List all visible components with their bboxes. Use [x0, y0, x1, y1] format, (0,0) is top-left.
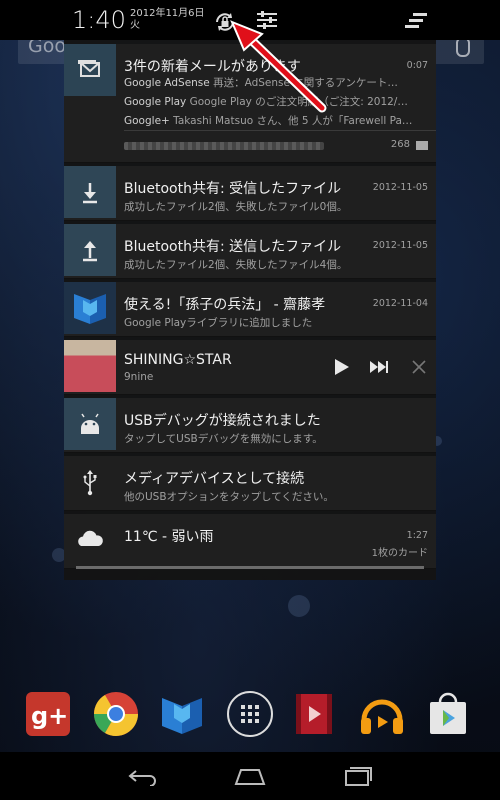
track-title: SHINING☆STAR	[124, 352, 232, 368]
notification-title: 使える!「孫子の兵法」 - 齋藤孝	[124, 297, 326, 313]
rotation-lock-icon[interactable]	[213, 10, 237, 34]
mail-subject: Google Play のご注文明細（ご注文: 2012/…	[186, 96, 408, 108]
wallpaper-bokeh	[288, 595, 310, 617]
notification-title: Bluetooth共有: 送信したファイル	[124, 239, 342, 255]
play-store-icon[interactable]	[422, 688, 474, 740]
microphone-icon[interactable]	[456, 37, 470, 57]
navigation-bar	[0, 752, 500, 800]
mail-row: Google Play Google Play のご注文明細（ご注文: 2012…	[124, 94, 429, 109]
notification-subtitle: 他のUSBオプションをタップしてください。	[124, 491, 334, 503]
notification-time: 2012-11-05	[372, 240, 428, 251]
notification-title: 3件の新着メールがあります	[124, 59, 301, 75]
notification-header: 1:40 2012年11月6日 火	[0, 0, 500, 40]
play-books-icon[interactable]	[156, 688, 208, 740]
weekday-text: 火	[130, 20, 140, 31]
media-device-notification[interactable]: メディアデバイスとして接続 他のUSBオプションをタップしてください。	[64, 456, 436, 511]
divider	[124, 130, 436, 131]
notification-subtitle: 成功したファイル2個、失敗したファイル0個。	[124, 201, 348, 213]
back-icon[interactable]	[126, 766, 162, 786]
notification-subtitle: タップしてUSBデバッグを無効にします。	[124, 433, 323, 445]
bluetooth-send-notification[interactable]: Bluetooth共有: 送信したファイル 成功したファイル2個、失敗したファイ…	[64, 224, 436, 279]
notification-subtitle: Google Playライブラリに追加しました	[124, 317, 313, 329]
gmail-notification[interactable]: 3件の新着メールがあります 0:07 Google AdSense 再送：AdS…	[64, 44, 436, 163]
play-books-notification[interactable]: 使える!「孫子の兵法」 - 齋藤孝 Google Playライブラリに追加しまし…	[64, 282, 436, 337]
clock: 1:40	[72, 6, 126, 34]
close-icon[interactable]	[408, 356, 430, 378]
notification-title: Bluetooth共有: 受信したファイル	[124, 181, 342, 197]
download-icon	[64, 166, 116, 218]
track-artist: 9nine	[124, 371, 154, 383]
mail-subject: 再送：AdSense に関するアンケート…	[209, 77, 398, 89]
quick-settings-icon[interactable]	[255, 10, 279, 30]
mail-sender: Google Play	[124, 96, 187, 108]
notification-time: 1:27	[406, 530, 428, 541]
mail-subject: Takashi Matsuo さん、他 5 人が「Farewell Pa…	[169, 115, 413, 127]
svg-text:g+: g+	[31, 702, 68, 730]
cloud-icon	[64, 514, 116, 566]
play-movies-icon[interactable]	[288, 688, 340, 740]
usb-debugging-notification[interactable]: USBデバッグが接続されました タップしてUSBデバッグを無効にします。	[64, 398, 436, 453]
date: 2012年11月6日 火	[130, 8, 205, 32]
notification-title: 11℃ - 弱い雨	[124, 529, 214, 545]
mail-sender: Google+	[124, 115, 170, 127]
chrome-icon[interactable]	[90, 688, 142, 740]
blurred-account	[124, 142, 324, 150]
play-books-icon	[64, 282, 116, 334]
gmail-icon	[64, 44, 116, 96]
usb-icon	[64, 456, 116, 508]
bluetooth-receive-notification[interactable]: Bluetooth共有: 受信したファイル 成功したファイル2個、失敗したファイ…	[64, 166, 436, 221]
mail-sender: Google AdSense	[124, 77, 210, 89]
notification-time: 2012-11-04	[372, 298, 428, 309]
google-plus-icon[interactable]: g+	[22, 688, 74, 740]
notification-title: USBデバッグが接続されました	[124, 413, 321, 429]
app-drawer-icon[interactable]	[224, 688, 276, 740]
android-icon	[64, 398, 116, 450]
notification-title: メディアデバイスとして接続	[124, 471, 305, 487]
mail-row: Google AdSense 再送：AdSense に関するアンケート…	[124, 75, 429, 90]
google-now-weather-notification[interactable]: 11℃ - 弱い雨 1:27 1枚のカード	[64, 514, 436, 569]
play-music-icon[interactable]	[356, 688, 408, 740]
music-notification[interactable]: SHINING☆STAR 9nine	[64, 340, 436, 395]
upload-icon	[64, 224, 116, 276]
recent-apps-icon[interactable]	[340, 766, 376, 786]
dock: g+	[0, 680, 500, 750]
skip-next-icon[interactable]	[368, 356, 390, 378]
mail-row: Google+ Takashi Matsuo さん、他 5 人が「Farewel…	[124, 113, 429, 128]
shade-handle[interactable]	[76, 566, 424, 569]
home-icon[interactable]	[232, 766, 268, 786]
unread-count: 268	[390, 139, 410, 150]
notification-time: 2012-11-05	[372, 182, 428, 193]
card-count: 1枚のカード	[371, 548, 428, 559]
small-mail-icon	[416, 141, 428, 150]
play-icon[interactable]	[330, 356, 352, 378]
album-art	[64, 340, 116, 392]
date-text: 2012年11月6日	[130, 8, 205, 19]
notification-subtitle: 成功したファイル2個、失敗したファイル4個。	[124, 259, 348, 271]
notification-time: 0:07	[406, 60, 428, 71]
clear-all-notifications-icon[interactable]	[403, 12, 429, 30]
